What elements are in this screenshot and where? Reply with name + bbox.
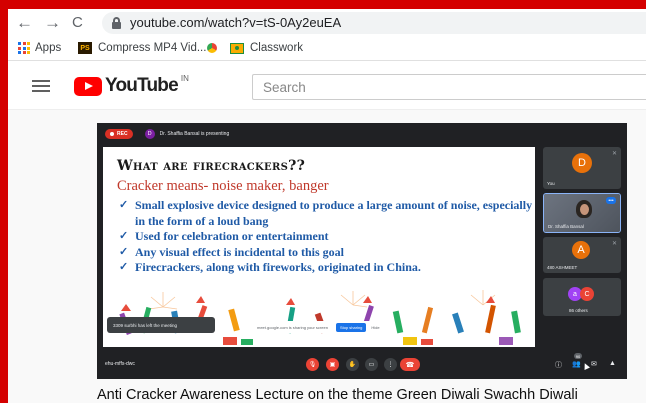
youtube-header: YouTube IN Search — [8, 62, 646, 110]
bullet-text: Small explosive device designed to produ… — [135, 198, 533, 212]
recording-badge: REC — [105, 129, 133, 139]
youtube-wordmark: YouTube — [105, 75, 179, 96]
person-face — [580, 204, 589, 215]
compress-mp4-icon: PS — [78, 42, 92, 54]
participant-tile-others[interactable]: a C 86 others — [543, 278, 621, 316]
browser-window: ← → C youtube.com/watch?v=tS-0Ay2euEA Ap… — [8, 9, 646, 403]
presenter-chip: D Dr. Shaffia Bansal is presenting — [144, 129, 230, 139]
end-call-icon[interactable]: ☎ — [400, 358, 420, 371]
video-player[interactable]: REC D Dr. Shaffia Bansal is presenting W… — [97, 123, 627, 379]
presenting-text: Dr. Shaffia Bansal is presenting — [159, 131, 230, 137]
classwork-icon — [230, 42, 244, 54]
participant-tile-self: D ✕ You — [543, 147, 621, 189]
left-meeting-toast: 3309 surbhi has left the meeting — [107, 317, 215, 333]
rocket-tips — [121, 296, 495, 311]
region-code: IN — [180, 73, 189, 83]
stop-sharing-button[interactable]: Stop sharing — [335, 322, 367, 332]
url-text: youtube.com/watch?v=tS-0Ay2euEA — [130, 15, 342, 30]
bullet-text: Firecrackers, along with fireworks, orig… — [135, 260, 421, 274]
slide-subtitle: Cracker means- noise maker, banger — [117, 178, 329, 194]
bookmark-classwork[interactable]: Classwork — [230, 42, 303, 54]
check-icon: ✓ — [119, 245, 129, 258]
video-title: Anti Cracker Awareness Lecture on the th… — [97, 387, 578, 403]
mic-off-icon: ✕ — [611, 241, 617, 247]
bullet-text: Any visual effect is incidental to this … — [135, 244, 344, 259]
camera-off-icon[interactable]: ▣ — [326, 358, 339, 371]
slide-bullets: ✓ Small explosive device designed to pro… — [119, 198, 533, 276]
slide-bullet: ✓ Any visual effect is incidental to thi… — [119, 245, 533, 261]
ground-crackers — [223, 337, 513, 345]
lock-icon — [112, 17, 121, 29]
activities-icon[interactable]: ▲ — [609, 360, 616, 367]
meet-top-bar: REC D Dr. Shaffia Bansal is presenting — [105, 127, 229, 141]
participant-name: 480 ASHMEET — [547, 265, 578, 270]
bookmarks-bar: Apps PS Compress MP4 Vid... Classwork — [8, 37, 646, 61]
back-icon[interactable]: ← — [16, 13, 33, 33]
url-field[interactable]: youtube.com/watch?v=tS-0Ay2euEA — [102, 12, 646, 34]
bookmark-apps[interactable]: Apps — [18, 42, 61, 54]
search-input[interactable]: Search — [252, 74, 646, 100]
bookmark-extension[interactable] — [206, 42, 226, 54]
speaking-icon: ••• — [606, 197, 616, 204]
hide-button[interactable]: Hide — [371, 325, 379, 330]
more-icon[interactable]: ⋮ — [384, 358, 397, 371]
slide-bullet: ✓ Used for celebration or entertainment — [119, 229, 533, 245]
bullet-text: Used for celebration or entertainment — [135, 229, 329, 243]
participant-tile-ashmeet: A ✕ 480 ASHMEET — [543, 237, 621, 273]
participant-avatar: C — [580, 287, 594, 301]
screen-share-bar: meet.google.com is sharing your screen S… — [252, 321, 384, 333]
bookmark-compress-mp4[interactable]: PS Compress MP4 Vid... — [78, 42, 206, 54]
check-icon: ✓ — [119, 261, 129, 273]
raise-hand-icon[interactable]: ✋ — [346, 358, 359, 371]
participant-name: Dr. Shaffia Bansal — [548, 224, 584, 229]
info-icon[interactable]: ⓘ — [555, 360, 562, 370]
participant-avatar: A — [572, 241, 590, 259]
search-placeholder: Search — [263, 80, 306, 95]
extension-icon — [206, 42, 218, 54]
check-icon: ✓ — [119, 230, 129, 242]
meet-controls-bar: ehu-mffs-dwc 🎙 ▣ ✋ ▭ ⋮ ☎ ⓘ 👥 90 ✉ ▲ — [97, 351, 627, 379]
mic-off-icon[interactable]: 🎙 — [306, 358, 319, 371]
mic-off-icon: ✕ — [611, 151, 617, 157]
record-dot-icon — [110, 132, 114, 136]
youtube-play-icon — [74, 76, 102, 96]
rec-label: REC — [117, 131, 128, 137]
forward-icon[interactable]: → — [44, 13, 61, 33]
slide-bullet: ✓ Firecrackers, along with fireworks, or… — [119, 260, 533, 276]
bookmark-label: Classwork — [250, 42, 304, 54]
youtube-logo[interactable]: YouTube IN — [74, 73, 189, 96]
share-text: meet.google.com is sharing your screen — [257, 324, 328, 330]
people-icon[interactable]: 👥 — [572, 360, 581, 368]
slide-title: What are firecrackers?? — [117, 158, 306, 174]
menu-icon[interactable] — [32, 80, 50, 92]
watch-page: REC D Dr. Shaffia Bansal is presenting W… — [8, 110, 646, 403]
present-icon[interactable]: ▭ — [365, 358, 378, 371]
presenter-avatar: D — [144, 129, 155, 139]
participant-name: You — [547, 181, 555, 186]
participant-tile-presenter: ••• Dr. Shaffia Bansal — [543, 193, 621, 233]
address-bar-row: ← → C youtube.com/watch?v=tS-0Ay2euEA — [8, 9, 646, 37]
chat-icon[interactable]: ✉ — [591, 360, 597, 368]
check-icon: ✓ — [119, 199, 129, 211]
people-count-badge: 90 — [574, 353, 582, 359]
reload-icon[interactable]: C — [72, 13, 83, 33]
participant-name: 86 others — [569, 308, 588, 313]
participant-avatar: D — [572, 153, 592, 173]
slide-bullet: ✓ Small explosive device designed to pro… — [119, 198, 533, 229]
bullet-text: in the form of a loud bang — [135, 213, 269, 228]
bookmark-label: Apps — [35, 42, 62, 54]
apps-grid-icon — [18, 42, 30, 54]
meeting-code: ehu-mffs-dwc — [105, 361, 135, 367]
bookmark-label: Compress MP4 Vid... — [98, 42, 207, 54]
